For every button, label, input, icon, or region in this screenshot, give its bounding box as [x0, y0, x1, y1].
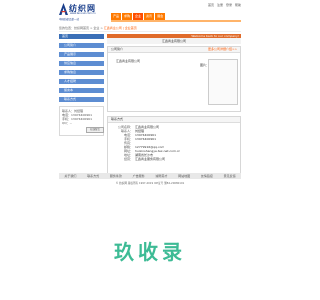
contact-card: 联系人：刘经理 电话：13974400961 手机：13974400961 QQ… — [59, 106, 104, 136]
footer-nav: 关于我们 联系方式 服务条款 广告服务 诚聘英才 网站地图 友情链接 意见反馈 — [59, 173, 241, 179]
logo-slogan: 中国纺织品第一站 — [59, 18, 80, 21]
detail-value: 13974400961 — [135, 137, 156, 141]
nav-item-buy[interactable]: 求购 — [122, 13, 133, 20]
detail-value: 汇鑫商业服务有限公司 — [135, 157, 166, 161]
nav-item-news[interactable]: 资讯 — [144, 13, 155, 20]
sidebar-item-intro[interactable]: 公司简介 — [59, 43, 104, 48]
top-link-home[interactable]: 首页 — [208, 3, 214, 7]
logo-url: www.tex-net.com.cn — [70, 12, 96, 15]
watermark-text: 玖收录 — [114, 240, 186, 264]
detail-table: 公司名称： 汇鑫商业有限公司 联系人： 刘经理 电话： 13974400961 手机：… — [118, 125, 180, 161]
contact-qq: QQ：-- — [62, 121, 72, 125]
nav-item-companies[interactable]: 企业 — [133, 13, 144, 20]
breadcrumb-current: 汇鑫商业公司 | 企业首页 — [103, 26, 137, 30]
footer-link[interactable]: 关于我们 — [64, 173, 76, 179]
top-link-help[interactable]: 帮助 — [235, 3, 241, 7]
intro-more-link[interactable]: 更多公司详细介绍>> — [208, 47, 237, 52]
breadcrumb-path[interactable]: 您的位置：纺织网首页 > 企业 > — [59, 26, 104, 30]
top-link-login[interactable]: 登录 — [226, 3, 232, 7]
footer-link[interactable]: 友情链接 — [201, 173, 213, 179]
footer-link[interactable]: 诚聘英才 — [155, 173, 167, 179]
detail-panel: 联系方式 公司名称： 汇鑫商业有限公司 联系人： 刘经理 电话： 1397440096… — [107, 116, 241, 176]
detail-row: 经营： 汇鑫商业服务有限公司 — [118, 157, 180, 161]
footer-link[interactable]: 广告服务 — [133, 173, 145, 179]
sidebar-item-buy[interactable]: 求购信息 — [59, 70, 104, 75]
footer-link[interactable]: 联系方式 — [87, 173, 99, 179]
sidebar-item-contact[interactable]: 联系方式 — [59, 97, 104, 102]
main-content: Welcome back to our company! 汇鑫商业有限公司 公司… — [107, 34, 241, 176]
site-header: 纺织网 www.tex-net.com.cn 中国纺织品第一站 首页 注册 登录… — [59, 0, 241, 24]
sidebar-item-guestbook[interactable]: 留言本 — [59, 88, 104, 93]
footer-link[interactable]: 意见反馈 — [224, 173, 236, 179]
nav-item-products[interactable]: 产品 — [111, 13, 122, 20]
detail-key: 经营： — [123, 157, 133, 161]
top-links: 首页 注册 登录 帮助 — [206, 3, 241, 7]
intro-panel: 公司简介 更多公司详细介绍>> 汇鑫商业有限公司 图片： — [107, 46, 241, 112]
top-link-register[interactable]: 注册 — [217, 3, 223, 7]
intro-header: 公司简介 更多公司详细介绍>> — [108, 47, 240, 53]
company-photo — [208, 59, 238, 105]
breadcrumb: 您的位置：纺织网首页 > 企业 > 汇鑫商业公司 | 企业首页 — [59, 25, 241, 32]
main-nav: 产品 求购 企业 资讯 展会 — [111, 13, 166, 20]
message-button[interactable]: 在线留言 — [86, 127, 104, 133]
nav-item-expo[interactable]: 展会 — [155, 13, 166, 20]
page-wrapper: 纺织网 www.tex-net.com.cn 中国纺织品第一站 首页 注册 登录… — [59, 0, 241, 185]
footer-link[interactable]: 服务条款 — [110, 173, 122, 179]
intro-title: 公司简介 — [111, 47, 124, 51]
company-name: 汇鑫商业有限公司 — [107, 38, 241, 44]
left-sidebar: 首页 公司简介 产品展示 供应信息 求购信息 人才招聘 留言本 联系方式 联系人… — [59, 34, 104, 136]
sidebar-item-products[interactable]: 产品展示 — [59, 52, 104, 57]
intro-text: 汇鑫商业有限公司 — [116, 59, 141, 63]
sidebar-item-jobs[interactable]: 人才招聘 — [59, 79, 104, 84]
footer-copyright: © 纺织网 版权所有 1997-2019 ICP证号 浙B2-20080101 — [115, 182, 185, 185]
site-logo[interactable]: 纺织网 www.tex-net.com.cn 中国纺织品第一站 — [59, 2, 119, 22]
watermark: 玖收录 — [0, 236, 300, 265]
nav-underline — [111, 20, 241, 22]
sidebar-item-supply[interactable]: 供应信息 — [59, 61, 104, 66]
sidebar-head[interactable]: 首页 — [59, 34, 104, 39]
logo-mark-icon — [59, 3, 68, 15]
footer-link[interactable]: 网站地图 — [178, 173, 190, 179]
detail-title: 联系方式 — [108, 117, 240, 123]
